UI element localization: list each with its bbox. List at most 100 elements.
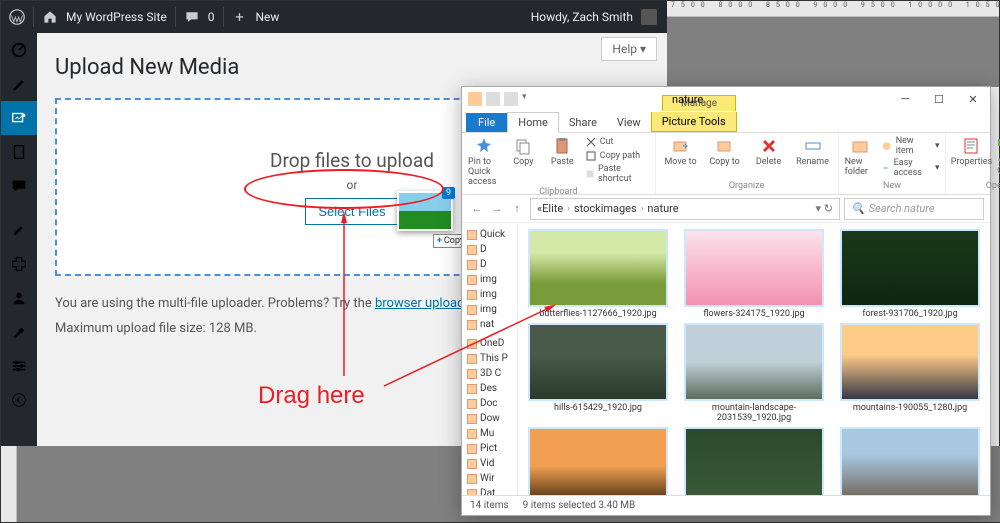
file-name: forest-931706_1920.jpg <box>862 309 957 319</box>
new-item-button[interactable]: New item ▾ <box>881 136 939 156</box>
sidebar-plugins[interactable] <box>1 247 37 281</box>
paste-shortcut-button[interactable]: Paste shortcut <box>585 164 649 184</box>
sidebar-appearance[interactable] <box>1 213 37 247</box>
tree-item[interactable]: nat <box>464 317 515 332</box>
new-folder-button[interactable]: New folder <box>845 136 876 177</box>
comment-count[interactable]: 0 <box>208 10 215 24</box>
qat-new-icon[interactable] <box>504 92 518 106</box>
tab-home[interactable]: Home <box>507 112 559 133</box>
file-name: mountains-190055_1280.jpg <box>853 403 967 413</box>
tree-item[interactable]: Dow <box>464 411 515 426</box>
wordpress-logo-icon[interactable] <box>9 9 25 25</box>
file-thumbnail[interactable]: hills-615429_1920.jpg <box>524 323 672 423</box>
avatar-icon[interactable] <box>641 9 657 25</box>
sidebar-posts[interactable] <box>1 67 37 101</box>
pin-button[interactable]: Pin to Quick access <box>468 136 501 187</box>
wp-sidebar <box>1 33 37 446</box>
tab-picture-tools[interactable]: Picture Tools <box>651 112 737 132</box>
tree-item[interactable]: OneD <box>464 336 515 351</box>
file-thumbnail[interactable]: butterflies-1127666_1920.jpg <box>524 229 672 319</box>
ribbon: Pin to Quick access Copy Paste Cut Copy … <box>462 133 990 195</box>
tree-item[interactable]: Wir <box>464 471 515 486</box>
sidebar-settings[interactable] <box>1 349 37 383</box>
tree-item[interactable]: Quick <box>464 227 515 242</box>
comment-icon[interactable] <box>184 9 200 25</box>
file-thumbnail[interactable]: forest-931706_1920.jpg <box>836 229 984 319</box>
history-button[interactable]: History <box>996 164 1000 176</box>
paste-button[interactable]: Paste <box>546 136 579 167</box>
tree-item[interactable]: 3D C <box>464 366 515 381</box>
tree-item[interactable]: Mu <box>464 426 515 441</box>
properties-button[interactable]: Properties <box>952 136 990 167</box>
move-to-button[interactable]: Move to <box>662 136 700 167</box>
close-button[interactable]: ✕ <box>956 87 990 111</box>
file-thumbnail[interactable]: nature-3082832_1920.jpg <box>680 427 828 495</box>
quick-access-toolbar[interactable]: ▾ <box>462 92 542 106</box>
qat-props-icon[interactable] <box>486 92 500 106</box>
sidebar-tools[interactable] <box>1 315 37 349</box>
home-icon[interactable] <box>42 9 58 25</box>
file-tab[interactable]: File <box>466 113 507 132</box>
sidebar-users[interactable] <box>1 281 37 315</box>
sidebar-media[interactable] <box>1 101 37 135</box>
status-selected: 9 items selected 3.40 MB <box>523 500 636 511</box>
tree-item[interactable]: img <box>464 287 515 302</box>
file-thumbnail[interactable]: mountain-landscape-2031539_1920.jpg <box>680 323 828 423</box>
folder-icon <box>468 92 482 106</box>
plus-icon[interactable]: + <box>232 9 248 25</box>
copy-path-button[interactable]: Copy path <box>585 150 649 162</box>
sidebar-comments[interactable] <box>1 169 37 203</box>
delete-button[interactable]: Delete <box>750 136 788 167</box>
file-name: hills-615429_1920.jpg <box>554 403 642 413</box>
tree-item[interactable]: Doc <box>464 396 515 411</box>
tree-item[interactable]: D <box>464 242 515 257</box>
file-thumbnail[interactable]: flowers-324175_1920.jpg <box>680 229 828 319</box>
design-canvas-bg <box>667 17 999 87</box>
back-button[interactable]: ← <box>468 200 486 218</box>
help-tab[interactable]: Help ▾ <box>601 37 657 61</box>
ruler-top: 7500 8000 8500 9000 9500 10000 10500 110… <box>667 1 999 17</box>
rename-button[interactable]: Rename <box>794 136 832 167</box>
site-title[interactable]: My WordPress Site <box>66 10 167 24</box>
or-text: or <box>347 178 358 192</box>
easy-access-button[interactable]: Easy access ▾ <box>881 158 939 178</box>
file-explorer-window: ▾ Manage nature ─ ☐ ✕ File Home Share Vi… <box>461 86 991 516</box>
file-name: mountain-landscape-2031539_1920.jpg <box>680 403 828 423</box>
tree-item[interactable]: img <box>464 272 515 287</box>
new-link[interactable]: New <box>256 10 280 24</box>
search-input[interactable]: 🔍Search nature <box>844 198 984 220</box>
explorer-titlebar[interactable]: ▾ Manage nature ─ ☐ ✕ <box>462 87 990 111</box>
tree-item[interactable]: img <box>464 302 515 317</box>
tree-item[interactable]: D <box>464 257 515 272</box>
file-thumbnail[interactable]: railroad-163518_1280.jpg <box>836 427 984 495</box>
tree-item[interactable]: Vid <box>464 456 515 471</box>
tab-share[interactable]: Share <box>559 113 607 132</box>
address-bar[interactable]: « Elite›stockimages›nature ▾ ↻ <box>530 198 840 220</box>
drag-count-badge: 9 <box>442 187 455 199</box>
copy-to-button[interactable]: Copy to <box>706 136 744 167</box>
minimize-button[interactable]: ─ <box>888 87 922 111</box>
open-button[interactable]: Open ▾ <box>996 136 1000 148</box>
tree-item[interactable]: Pict <box>464 441 515 456</box>
status-bar: 14 items 9 items selected 3.40 MB <box>462 495 990 515</box>
maximize-button[interactable]: ☐ <box>922 87 956 111</box>
sidebar-pages[interactable] <box>1 135 37 169</box>
sidebar-dashboard[interactable] <box>1 33 37 67</box>
copy-button[interactable]: Copy <box>507 136 540 167</box>
file-thumbnail[interactable]: mountains-1761292_1920.jpg <box>524 427 672 495</box>
sidebar-collapse[interactable] <box>1 383 37 417</box>
file-thumbnail[interactable]: mountains-190055_1280.jpg <box>836 323 984 423</box>
forward-button[interactable]: → <box>488 200 506 218</box>
tree-item[interactable]: Des <box>464 381 515 396</box>
ribbon-tabs: File Home Share View Picture Tools <box>462 111 990 133</box>
tree-item[interactable]: This P <box>464 351 515 366</box>
howdy-user[interactable]: Howdy, Zach Smith <box>531 10 633 24</box>
drop-text: Drop files to upload <box>270 149 434 172</box>
cut-button[interactable]: Cut <box>585 136 649 148</box>
tree-item[interactable]: Dat <box>464 486 515 495</box>
up-button[interactable]: ↑ <box>508 200 526 218</box>
select-files-button[interactable]: Select Files <box>305 198 398 225</box>
edit-button[interactable]: Edit <box>996 150 1000 162</box>
tab-view[interactable]: View <box>607 113 651 132</box>
nav-tree[interactable]: QuickDDimgimgimgnatOneDThis P3D CDesDocD… <box>462 223 518 495</box>
